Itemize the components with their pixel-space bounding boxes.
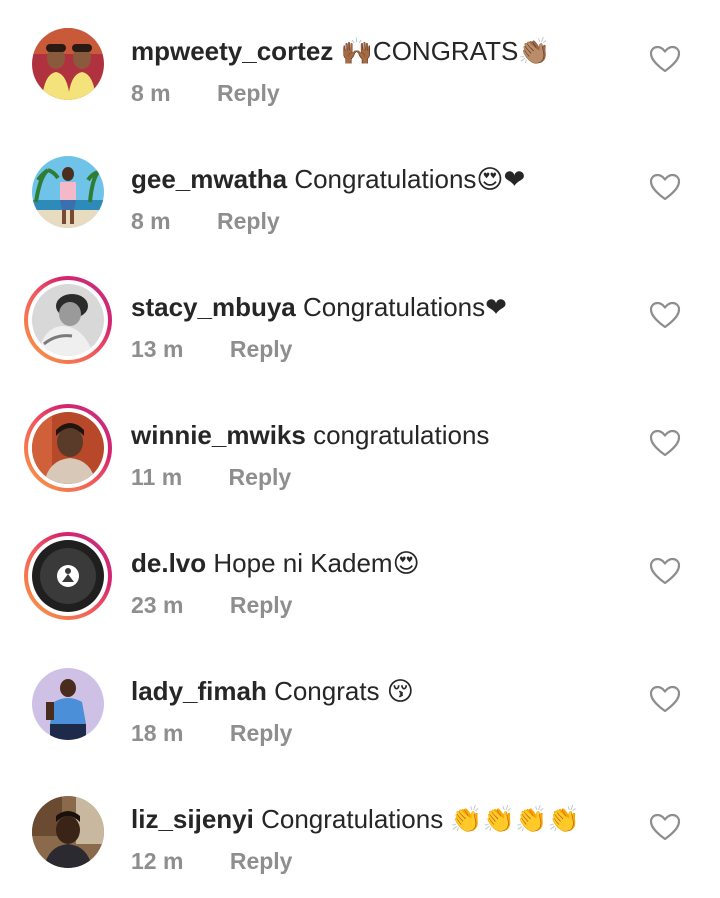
comment-time: 8 m	[131, 208, 171, 234]
reply-button[interactable]: Reply	[230, 334, 293, 364]
avatar[interactable]	[24, 788, 112, 876]
comment-meta: 23 m Reply	[131, 590, 292, 620]
story-ring-avatar[interactable]	[24, 532, 112, 620]
avatar[interactable]	[24, 148, 112, 236]
comment-text-line: lady_fimah Congrats 😚	[131, 674, 414, 708]
comment-text-line: de.lvo Hope ni Kadem😍	[131, 546, 420, 580]
comment-username[interactable]: lady_fimah	[131, 676, 267, 706]
comment-text-line: winnie_mwiks congratulations	[131, 418, 489, 452]
comment-list: mpweety_cortez 🙌🏾CONGRATS👏🏽 8 m Reply ge…	[0, 0, 720, 898]
reply-button[interactable]: Reply	[230, 718, 293, 748]
comment-username[interactable]: mpweety_cortez	[131, 36, 333, 66]
comment-row: mpweety_cortez 🙌🏾CONGRATS👏🏽 8 m Reply	[0, 20, 720, 130]
comment-text-line: stacy_mbuya Congratulations❤	[131, 290, 507, 324]
comment-meta: 12 m Reply	[131, 846, 292, 876]
story-ring-avatar[interactable]	[24, 404, 112, 492]
heart-icon[interactable]	[648, 300, 682, 330]
reply-button[interactable]: Reply	[229, 462, 292, 492]
comment-text-line: mpweety_cortez 🙌🏾CONGRATS👏🏽	[131, 34, 551, 68]
comment-meta: 13 m Reply	[131, 334, 292, 364]
comment-meta: 8 m Reply	[131, 78, 280, 108]
comment-row: gee_mwatha Congratulations😍❤ 8 m Reply	[0, 148, 720, 258]
comment-time: 11 m	[131, 464, 183, 490]
comment-time: 12 m	[131, 848, 184, 874]
comment-username[interactable]: liz_sijenyi	[131, 804, 254, 834]
comment-username[interactable]: gee_mwatha	[131, 164, 287, 194]
comment-body: congratulations	[313, 420, 490, 450]
comment-body: Congrats 😚	[274, 676, 414, 706]
reply-button[interactable]: Reply	[230, 590, 293, 620]
heart-icon[interactable]	[648, 44, 682, 74]
comment-body: Hope ni Kadem😍	[213, 548, 420, 578]
comment-time: 13 m	[131, 336, 184, 362]
story-ring-avatar[interactable]	[24, 276, 112, 364]
comment-meta: 11 m Reply	[131, 462, 291, 492]
comment-body: Congratulations 👏👏👏👏	[261, 804, 580, 834]
comment-meta: 18 m Reply	[131, 718, 292, 748]
avatar[interactable]	[24, 660, 112, 748]
comment-row: lady_fimah Congrats 😚 18 m Reply	[0, 660, 720, 770]
reply-button[interactable]: Reply	[217, 206, 280, 236]
comment-body: Congratulations😍❤	[294, 164, 526, 194]
heart-icon[interactable]	[648, 684, 682, 714]
comment-username[interactable]: de.lvo	[131, 548, 206, 578]
comment-username[interactable]: winnie_mwiks	[131, 420, 306, 450]
comment-row: de.lvo Hope ni Kadem😍 23 m Reply	[0, 532, 720, 642]
comment-meta: 8 m Reply	[131, 206, 280, 236]
comment-time: 23 m	[131, 592, 184, 618]
reply-button[interactable]: Reply	[230, 846, 293, 876]
comment-text-line: liz_sijenyi Congratulations 👏👏👏👏	[131, 802, 580, 836]
reply-button[interactable]: Reply	[217, 78, 280, 108]
comment-body: Congratulations❤	[303, 292, 507, 322]
comment-row: liz_sijenyi Congratulations 👏👏👏👏 12 m Re…	[0, 788, 720, 898]
heart-icon[interactable]	[648, 172, 682, 202]
comment-time: 18 m	[131, 720, 184, 746]
comment-username[interactable]: stacy_mbuya	[131, 292, 296, 322]
heart-icon[interactable]	[648, 556, 682, 586]
comment-row: winnie_mwiks congratulations 11 m Reply	[0, 404, 720, 514]
comment-body: 🙌🏾CONGRATS👏🏽	[340, 36, 551, 66]
heart-icon[interactable]	[648, 428, 682, 458]
avatar[interactable]	[24, 20, 112, 108]
comment-row: stacy_mbuya Congratulations❤ 13 m Reply	[0, 276, 720, 386]
comment-text-line: gee_mwatha Congratulations😍❤	[131, 162, 525, 196]
comment-time: 8 m	[131, 80, 171, 106]
heart-icon[interactable]	[648, 812, 682, 842]
